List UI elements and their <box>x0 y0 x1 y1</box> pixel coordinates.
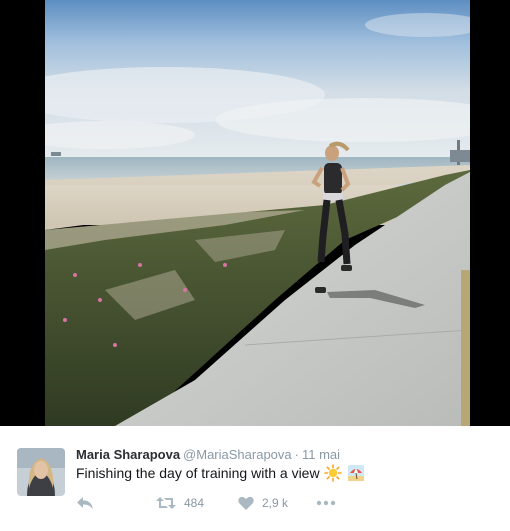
beach-umbrella-emoji <box>348 465 365 481</box>
reply-button[interactable] <box>76 492 94 514</box>
tweet-media[interactable] <box>0 0 510 426</box>
avatar[interactable] <box>17 448 65 496</box>
user-handle[interactable]: @MariaSharapova <box>183 447 292 462</box>
user-fullname[interactable]: Maria Sharapova <box>76 447 180 462</box>
more-button[interactable] <box>316 492 336 514</box>
retweet-count: 484 <box>184 496 205 510</box>
like-count: 2,9 k <box>262 496 289 510</box>
tweet-text: Finishing the day of training with a vie… <box>76 465 320 481</box>
retweet-icon <box>156 497 176 509</box>
tweet-timestamp[interactable]: 11 mai <box>302 447 340 462</box>
sun-emoji <box>324 464 343 482</box>
heart-icon <box>238 496 254 510</box>
separator-dot: · <box>294 447 299 462</box>
like-button[interactable]: 2,9 k <box>238 492 288 514</box>
profile-photo <box>17 448 65 496</box>
retweet-button[interactable]: 484 <box>156 492 204 514</box>
more-icon <box>316 500 336 506</box>
tweet-photo[interactable] <box>45 0 470 426</box>
tweet-text-container: Finishing the day of training with a vie… <box>76 462 365 484</box>
reply-icon <box>77 497 93 509</box>
tweet: Maria Sharapova @MariaSharapova · 11 mai Fi… <box>0 426 510 531</box>
beach-running-photo <box>45 0 470 426</box>
tweet-actions: 484 2,9 k <box>76 492 366 514</box>
